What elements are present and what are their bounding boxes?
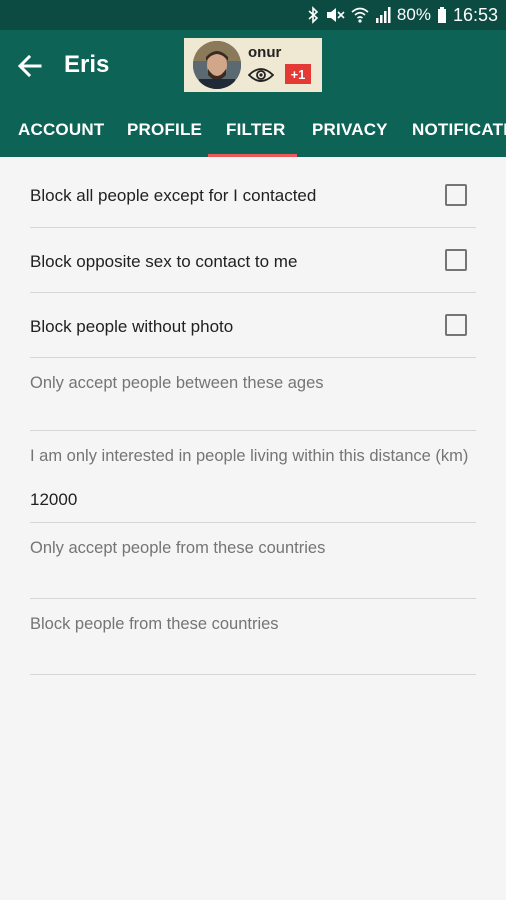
tab-profile[interactable]: PROFILE — [127, 120, 202, 157]
setting-row-age-range[interactable]: Only accept people between these ages — [30, 357, 476, 431]
setting-row-block-uncontacted[interactable]: Block all people except for I contacted — [30, 157, 476, 228]
tab-privacy[interactable]: PRIVACY — [312, 120, 388, 157]
setting-row-distance[interactable]: I am only interested in people living wi… — [30, 430, 476, 523]
mute-icon — [326, 8, 345, 22]
page-title: Eris — [64, 51, 110, 78]
tab-bar: ACCOUNT PROFILE FILTER PRIVACY NOTIFICAT… — [0, 120, 506, 157]
clock: 16:53 — [452, 4, 498, 25]
signal-icon — [375, 7, 391, 23]
tab-account[interactable]: ACCOUNT — [18, 120, 104, 157]
setting-label: Block opposite sex to contact to me — [30, 252, 298, 271]
tab-filter[interactable]: FILTER — [226, 120, 285, 157]
battery-icon — [437, 7, 446, 23]
bluetooth-icon — [308, 6, 319, 24]
notification-badge: +1 — [285, 64, 311, 84]
setting-row-block-no-photo[interactable]: Block people without photo — [30, 292, 476, 358]
setting-label: Block people without photo — [30, 317, 234, 336]
tab-notifications[interactable]: NOTIFICATIONS — [412, 120, 506, 157]
setting-label: Block all people except for I contacted — [30, 186, 317, 205]
profile-name: onur — [248, 44, 282, 61]
distance-value: 12000 — [30, 490, 78, 509]
age-range-label: Only accept people between these ages — [30, 374, 324, 392]
eye-icon — [248, 68, 274, 82]
status-bar: 80% 16:53 — [0, 0, 506, 30]
distance-label: I am only interested in people living wi… — [30, 447, 469, 465]
setting-row-block-countries[interactable]: Block people from these countries — [30, 598, 476, 675]
accept-countries-label: Only accept people from these countries — [30, 539, 326, 557]
block-uncontacted-checkbox[interactable] — [445, 184, 467, 206]
block-opposite-sex-checkbox[interactable] — [445, 249, 467, 271]
setting-row-block-opposite-sex[interactable]: Block opposite sex to contact to me — [30, 227, 476, 293]
setting-row-accept-countries[interactable]: Only accept people from these countries — [30, 522, 476, 599]
profile-card[interactable]: onur +1 — [184, 38, 322, 92]
status-icons: 80% 16:53 — [307, 0, 498, 30]
block-no-photo-checkbox[interactable] — [445, 314, 467, 336]
app-bar: Eris onur +1 ACCOUNT PROFILE FILTER PRIV… — [0, 30, 506, 157]
block-countries-label: Block people from these countries — [30, 615, 279, 633]
avatar[interactable] — [193, 41, 241, 89]
battery-percent: 80% — [396, 5, 431, 24]
back-arrow-icon[interactable] — [16, 52, 44, 80]
wifi-icon — [351, 7, 369, 23]
